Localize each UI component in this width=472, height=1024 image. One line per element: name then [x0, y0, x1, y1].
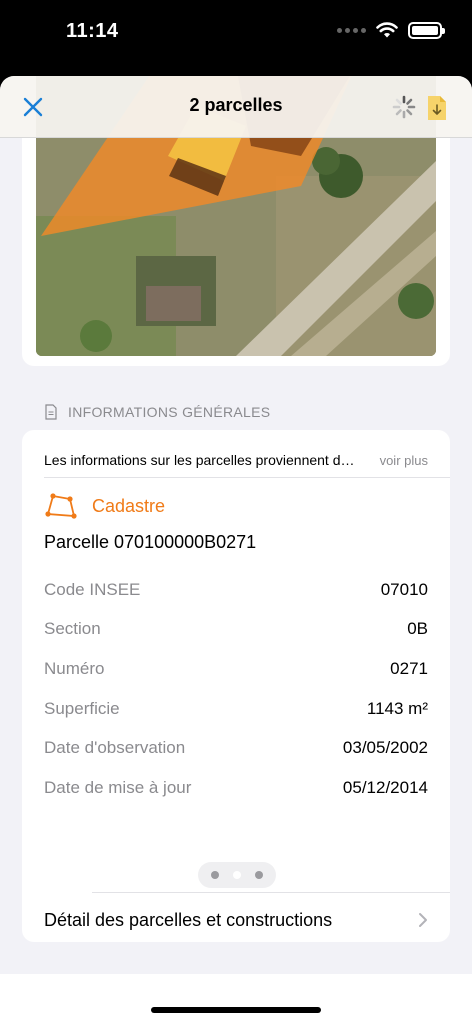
chevron-right-icon: [419, 913, 427, 927]
property-row: Section 0B: [44, 610, 428, 650]
document-icon: [45, 404, 57, 420]
battery-icon: [408, 22, 445, 39]
property-row: Date de mise à jour 05/12/2014: [44, 768, 428, 808]
home-area: [0, 974, 472, 1024]
detail-label: Détail des parcelles et constructions: [44, 909, 333, 930]
divider: [92, 892, 450, 893]
property-key: Date d'observation: [44, 738, 186, 758]
property-value: 1143 m²: [366, 698, 428, 718]
property-value: 03/05/2002: [342, 738, 428, 758]
page-control[interactable]: [198, 862, 276, 888]
property-row: Code INSEE 07010: [44, 570, 428, 610]
bottom-sheet: 2 parcelles INFORMATIONS GÉNÉRALES Les i…: [0, 76, 472, 1024]
property-row: Date d'observation 03/05/2002: [44, 728, 428, 768]
property-key: Date de mise à jour: [44, 777, 192, 797]
detail-parcels-row[interactable]: Détail des parcelles et constructions: [44, 902, 428, 938]
document-download-icon[interactable]: [426, 94, 448, 122]
cadastre-row: Cadastre: [44, 492, 165, 520]
property-row: Superficie 1143 m²: [44, 689, 428, 729]
cadastre-label: Cadastre: [92, 495, 166, 516]
property-value: 0B: [407, 619, 428, 639]
see-more-link[interactable]: voir plus: [380, 453, 428, 468]
parcel-title: Parcelle 070100000B0271: [44, 532, 257, 552]
page-dot-active[interactable]: [233, 871, 241, 879]
wifi-icon: [376, 22, 398, 38]
status-icons: [337, 22, 445, 39]
banner-text: Les informations sur les parcelles provi…: [44, 452, 362, 468]
polygon-icon: [45, 493, 77, 519]
spinner-icon: [392, 95, 416, 119]
section-header: INFORMATIONS GÉNÉRALES: [44, 404, 270, 420]
page-dot[interactable]: [211, 871, 219, 879]
parcel-properties: Code INSEE 07010 Section 0B Numéro 0271 …: [44, 570, 428, 808]
signal-dots-icon: [337, 28, 366, 33]
property-key: Superficie: [44, 698, 120, 718]
property-key: Code INSEE: [44, 579, 141, 599]
property-value: 05/12/2014: [342, 777, 428, 797]
status-bar: 11:14: [0, 0, 472, 70]
status-time: 11:14: [66, 20, 119, 42]
property-key: Section: [44, 619, 101, 639]
property-key: Numéro: [44, 658, 105, 678]
property-value: 0271: [390, 658, 428, 678]
section-title: INFORMATIONS GÉNÉRALES: [68, 404, 271, 420]
divider: [44, 477, 450, 478]
property-row: Numéro 0271: [44, 649, 428, 689]
nav-bar: 2 parcelles: [0, 76, 472, 138]
home-indicator[interactable]: [151, 1007, 321, 1013]
property-value: 07010: [380, 579, 428, 599]
info-banner: Les informations sur les parcelles provi…: [44, 444, 428, 476]
info-card: Les informations sur les parcelles provi…: [22, 430, 450, 942]
page-dot[interactable]: [255, 871, 263, 879]
